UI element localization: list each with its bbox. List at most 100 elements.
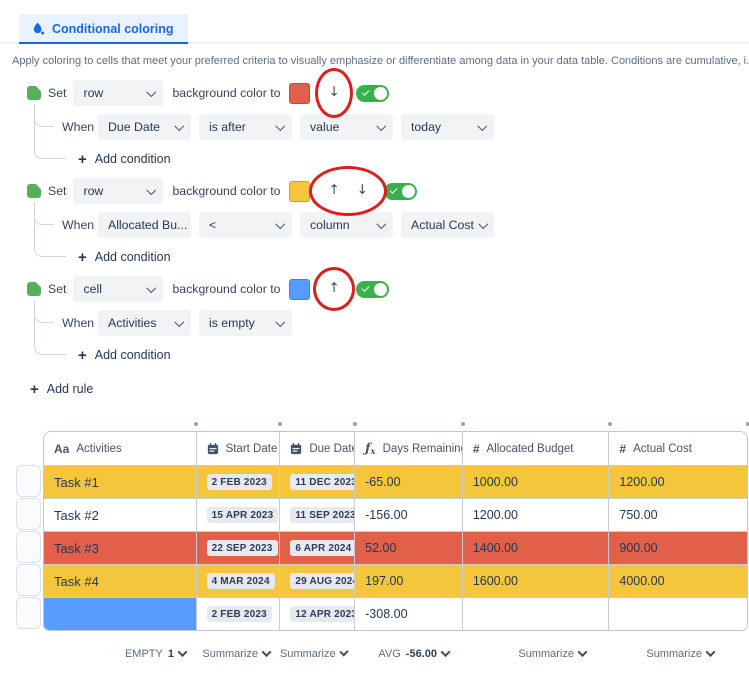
column-label: Due Date	[309, 443, 355, 455]
cell-days-remaining[interactable]: -156.00	[355, 499, 463, 531]
add-condition-button[interactable]: + Add condition	[78, 250, 171, 265]
cell-actual-cost[interactable]: 900.00	[609, 532, 747, 564]
rule-3-target-select[interactable]: cell	[73, 276, 163, 302]
number-type-icon: #	[473, 442, 480, 456]
column-header-allocated-budget[interactable]: # Allocated Budget	[463, 432, 610, 465]
summary-actual-cost[interactable]: Summarize	[610, 648, 748, 660]
row-handle[interactable]	[16, 597, 41, 629]
column-header-due-date[interactable]: Due Date	[280, 432, 355, 465]
drag-handle-icon[interactable]	[27, 282, 41, 296]
column-header-actual-cost[interactable]: # Actual Cost	[609, 432, 747, 465]
formula-icon: ƒx	[365, 440, 375, 457]
cell-days-remaining[interactable]: -65.00	[355, 466, 463, 498]
compare-value: value	[310, 120, 339, 134]
summary-due-date[interactable]: Summarize	[280, 648, 355, 660]
condition-operator-select[interactable]: is after	[199, 114, 292, 140]
cell-allocated-budget[interactable]: 1600.00	[463, 565, 610, 597]
summary-activities[interactable]: EMPTY 1	[43, 648, 196, 660]
cell-days-remaining[interactable]: 197.00	[355, 565, 463, 597]
row-handle[interactable]	[16, 564, 41, 596]
cell-actual-cost[interactable]	[609, 598, 747, 630]
condition-value-select[interactable]: today	[401, 114, 494, 140]
rule-2-color-swatch[interactable]	[289, 181, 310, 202]
column-label: Start Date	[226, 443, 278, 455]
condition-operator-select[interactable]: is empty	[199, 310, 292, 336]
drag-handle-icon[interactable]	[27, 184, 41, 198]
cell-activities[interactable]: Task #1	[44, 466, 197, 498]
column-header-start-date[interactable]: Start Date	[197, 432, 281, 465]
row-handle[interactable]	[16, 465, 41, 497]
move-down-button[interactable]: ↓	[328, 86, 339, 100]
cell-allocated-budget[interactable]: 1400.00	[463, 532, 610, 564]
cell-start-date[interactable]: 2 FEB 2023	[197, 466, 281, 498]
summary-label: Summarize	[202, 648, 258, 660]
cell-start-date[interactable]: 22 SEP 2023	[197, 532, 281, 564]
cell-allocated-budget[interactable]: 1200.00	[463, 499, 610, 531]
cell-due-date[interactable]: 29 AUG 2024	[280, 565, 355, 597]
move-up-button[interactable]: ↑	[328, 282, 339, 296]
column-resize-dot[interactable]	[353, 422, 357, 426]
column-resize-dot[interactable]	[194, 422, 198, 426]
rule-1-color-swatch[interactable]	[289, 83, 310, 104]
summary-allocated-budget[interactable]: Summarize	[463, 648, 610, 660]
cell-allocated-budget[interactable]	[463, 598, 610, 630]
cell-actual-cost[interactable]: 750.00	[609, 499, 747, 531]
rule-3-color-swatch[interactable]	[289, 279, 310, 300]
move-down-button[interactable]: ↓	[357, 184, 368, 198]
condition-compare-select[interactable]: column	[300, 212, 393, 238]
row-handle[interactable]	[16, 531, 41, 563]
condition-value-select[interactable]: Actual Cost	[401, 212, 494, 238]
tab-bar: Conditional coloring	[0, 0, 749, 44]
condition-field-select[interactable]: Due Date	[98, 114, 191, 140]
date-pill: 2 FEB 2023	[207, 474, 272, 490]
cell-allocated-budget[interactable]: 1000.00	[463, 466, 610, 498]
rule-3-reorder: ↑	[321, 282, 346, 296]
add-condition-button[interactable]: + Add condition	[78, 348, 171, 363]
row-handle[interactable]	[16, 498, 41, 530]
cell-start-date[interactable]: 2 FEB 2023	[197, 598, 281, 630]
add-rule-button[interactable]: + Add rule	[30, 382, 93, 397]
condition-compare-select[interactable]: value	[300, 114, 393, 140]
number-type-icon: #	[619, 442, 626, 456]
cell-start-date[interactable]: 15 APR 2023	[197, 499, 281, 531]
cell-days-remaining[interactable]: -308.00	[355, 598, 463, 630]
chevron-down-icon	[178, 647, 188, 657]
cell-days-remaining[interactable]: 52.00	[355, 532, 463, 564]
cell-start-date[interactable]: 4 MAR 2024	[197, 565, 281, 597]
column-resize-dot[interactable]	[278, 422, 282, 426]
cell-due-date[interactable]: 6 APR 2024	[280, 532, 355, 564]
chevron-down-icon	[174, 317, 183, 326]
cell-due-date[interactable]: 11 SEP 2023	[280, 499, 355, 531]
drag-handle-icon[interactable]	[27, 86, 41, 100]
rule-3-enabled-toggle[interactable]	[356, 281, 389, 298]
rule-1-target-select[interactable]: row	[73, 80, 163, 106]
condition-operator-select[interactable]: <	[199, 212, 292, 238]
summary-days-remaining[interactable]: AVG -56.00	[355, 648, 463, 660]
add-condition-button[interactable]: + Add condition	[78, 152, 171, 167]
rule-2-target-select[interactable]: row	[73, 178, 163, 204]
column-resize-dot[interactable]	[608, 422, 612, 426]
cell-due-date[interactable]: 11 DEC 2023	[280, 466, 355, 498]
rule-2-reorder: ↑ ↓	[321, 184, 375, 198]
move-up-button[interactable]: ↑	[328, 184, 339, 198]
cell-activities[interactable]: Task #3	[44, 532, 197, 564]
column-resize-dot[interactable]	[461, 422, 465, 426]
column-header-activities[interactable]: Aa Activities	[44, 432, 197, 465]
cell-actual-cost[interactable]: 1200.00	[609, 466, 747, 498]
condition-field-select[interactable]: Allocated Bu...	[98, 212, 191, 238]
cell-activities[interactable]: Task #4	[44, 565, 197, 597]
summary-start-date[interactable]: Summarize	[196, 648, 280, 660]
rule-2-enabled-toggle[interactable]	[384, 183, 417, 200]
condition-field-select[interactable]: Activities	[98, 310, 191, 336]
set-label: Set	[48, 282, 66, 296]
column-header-days-remaining[interactable]: ƒx Days Remaining	[355, 432, 463, 465]
cell-activities[interactable]: Task #2	[44, 499, 197, 531]
table-row: 2 FEB 2023 12 APR 2023 -308.00	[44, 597, 747, 630]
cell-activities-empty[interactable]	[44, 598, 197, 630]
cell-due-date[interactable]: 12 APR 2023	[280, 598, 355, 630]
tab-conditional-coloring[interactable]: Conditional coloring	[19, 14, 188, 44]
rule-1-enabled-toggle[interactable]	[356, 85, 389, 102]
text-type-icon: Aa	[54, 442, 69, 456]
cell-actual-cost[interactable]: 4000.00	[609, 565, 747, 597]
background-color-label: background color to	[172, 282, 280, 296]
